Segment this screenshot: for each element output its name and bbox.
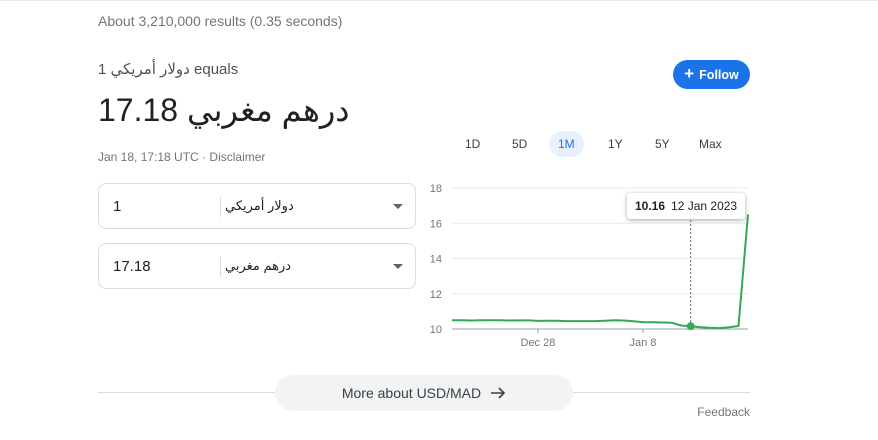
y-tick-label: 18 bbox=[430, 183, 442, 195]
disclaimer-link[interactable]: Disclaimer bbox=[209, 150, 265, 164]
dot-separator: · bbox=[202, 150, 207, 164]
y-tick-label: 14 bbox=[430, 254, 442, 266]
arrow-right-icon bbox=[491, 387, 506, 399]
to-currency-select[interactable]: درهم مغربي bbox=[225, 258, 291, 274]
more-about-label: More about USD/MAD bbox=[341, 385, 482, 401]
more-about-button[interactable]: More about USD/MAD bbox=[275, 375, 573, 411]
tab-5y[interactable]: 5Y bbox=[646, 131, 679, 157]
to-amount-input[interactable]: 17.18 bbox=[113, 258, 151, 275]
y-tick-label: 16 bbox=[430, 218, 442, 230]
tab-max[interactable]: Max bbox=[690, 131, 731, 157]
tab-1d[interactable]: 1D bbox=[456, 131, 489, 157]
from-amount-input[interactable]: 1 bbox=[113, 198, 121, 215]
results-stats: About 3,210,000 results (0.35 seconds) bbox=[98, 13, 343, 29]
range-tabs: 1D 5D 1M 1Y 5Y Max bbox=[452, 131, 762, 157]
equals-text: 1 دولار أمريكي equals bbox=[98, 61, 239, 78]
conversion-result: 17.18 درهم مغربي bbox=[98, 92, 350, 128]
feedback-link[interactable]: Feedback bbox=[697, 405, 750, 419]
timestamp-line: Jan 18, 17:18 UTC · Disclaimer bbox=[98, 150, 265, 164]
follow-label: Follow bbox=[699, 67, 739, 82]
from-currency-select[interactable]: دولار أمريكي bbox=[225, 198, 294, 214]
to-currency-field[interactable]: 17.18 درهم مغربي bbox=[98, 243, 416, 289]
chart-tooltip: 10.16 12 Jan 2023 bbox=[627, 193, 746, 219]
tooltip-date: 12 Jan 2023 bbox=[671, 199, 738, 213]
follow-button[interactable]: + Follow bbox=[673, 60, 750, 89]
x-tick-label: Jan 8 bbox=[630, 337, 657, 349]
field-divider bbox=[220, 257, 221, 277]
highlight-point bbox=[686, 322, 695, 331]
dropdown-arrow-icon[interactable] bbox=[393, 264, 403, 269]
dropdown-arrow-icon[interactable] bbox=[393, 204, 403, 209]
from-currency-field[interactable]: 1 دولار أمريكي bbox=[98, 183, 416, 229]
x-tick-label: Dec 28 bbox=[521, 337, 556, 349]
y-tick-label: 10 bbox=[430, 324, 442, 336]
field-divider bbox=[220, 197, 221, 217]
tab-1y[interactable]: 1Y bbox=[599, 131, 632, 157]
plus-icon: + bbox=[684, 64, 695, 83]
top-divider bbox=[0, 0, 878, 1]
tooltip-value: 10.16 bbox=[635, 199, 666, 213]
y-tick-label: 12 bbox=[430, 289, 442, 301]
tab-5d[interactable]: 5D bbox=[503, 131, 536, 157]
tab-1m[interactable]: 1M bbox=[549, 131, 584, 157]
timestamp: Jan 18, 17:18 UTC bbox=[98, 150, 199, 164]
series-line bbox=[452, 214, 749, 330]
